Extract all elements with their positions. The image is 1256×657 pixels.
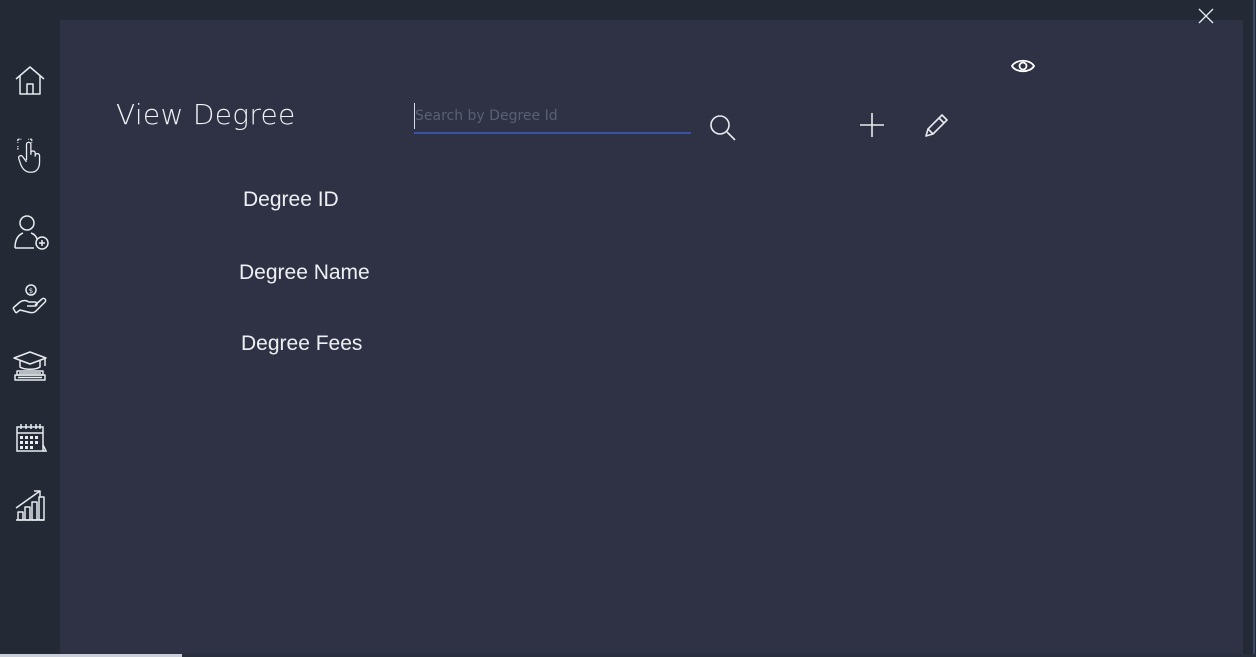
window-edge-line xyxy=(1253,0,1255,657)
sidebar-item-payments[interactable]: $ xyxy=(10,280,50,320)
degree-name-label: Degree Name xyxy=(239,261,370,284)
close-button[interactable] xyxy=(1196,6,1216,26)
search-input[interactable] xyxy=(414,103,692,129)
home-icon xyxy=(15,66,45,95)
degree-fees-label: Degree Fees xyxy=(241,332,363,355)
sidebar-item-select[interactable] xyxy=(10,134,50,180)
degree-id-label: Degree ID xyxy=(243,188,339,211)
touch-select-icon xyxy=(17,138,41,173)
calendar-icon xyxy=(16,424,48,452)
graduation-cap-books-icon xyxy=(13,351,47,381)
plus-icon xyxy=(860,113,884,137)
window-border xyxy=(1243,0,1256,657)
search-icon xyxy=(710,115,736,141)
user-add-icon xyxy=(14,215,49,250)
sidebar-item-add-user[interactable] xyxy=(10,212,50,252)
sidebar-item-reports[interactable] xyxy=(10,486,50,526)
sidebar-item-home[interactable] xyxy=(10,60,50,100)
search-box xyxy=(414,103,692,134)
search-button[interactable] xyxy=(707,112,737,142)
sidebar: $ xyxy=(0,0,60,657)
growth-chart-icon xyxy=(15,490,45,521)
pencil-icon xyxy=(925,114,948,137)
edit-button[interactable] xyxy=(922,112,950,140)
eye-icon xyxy=(1010,59,1036,73)
svg-text:$: $ xyxy=(29,287,33,295)
sidebar-item-calendar[interactable] xyxy=(10,418,50,458)
view-button[interactable] xyxy=(1010,55,1036,77)
app-window: $ View Degree Search by Degree Id Degree… xyxy=(0,0,1256,657)
sidebar-item-degrees[interactable] xyxy=(10,346,50,386)
page-title: View Degree xyxy=(116,98,296,131)
add-button[interactable] xyxy=(858,111,886,139)
close-icon xyxy=(1198,8,1214,24)
hand-money-icon: $ xyxy=(12,284,47,314)
